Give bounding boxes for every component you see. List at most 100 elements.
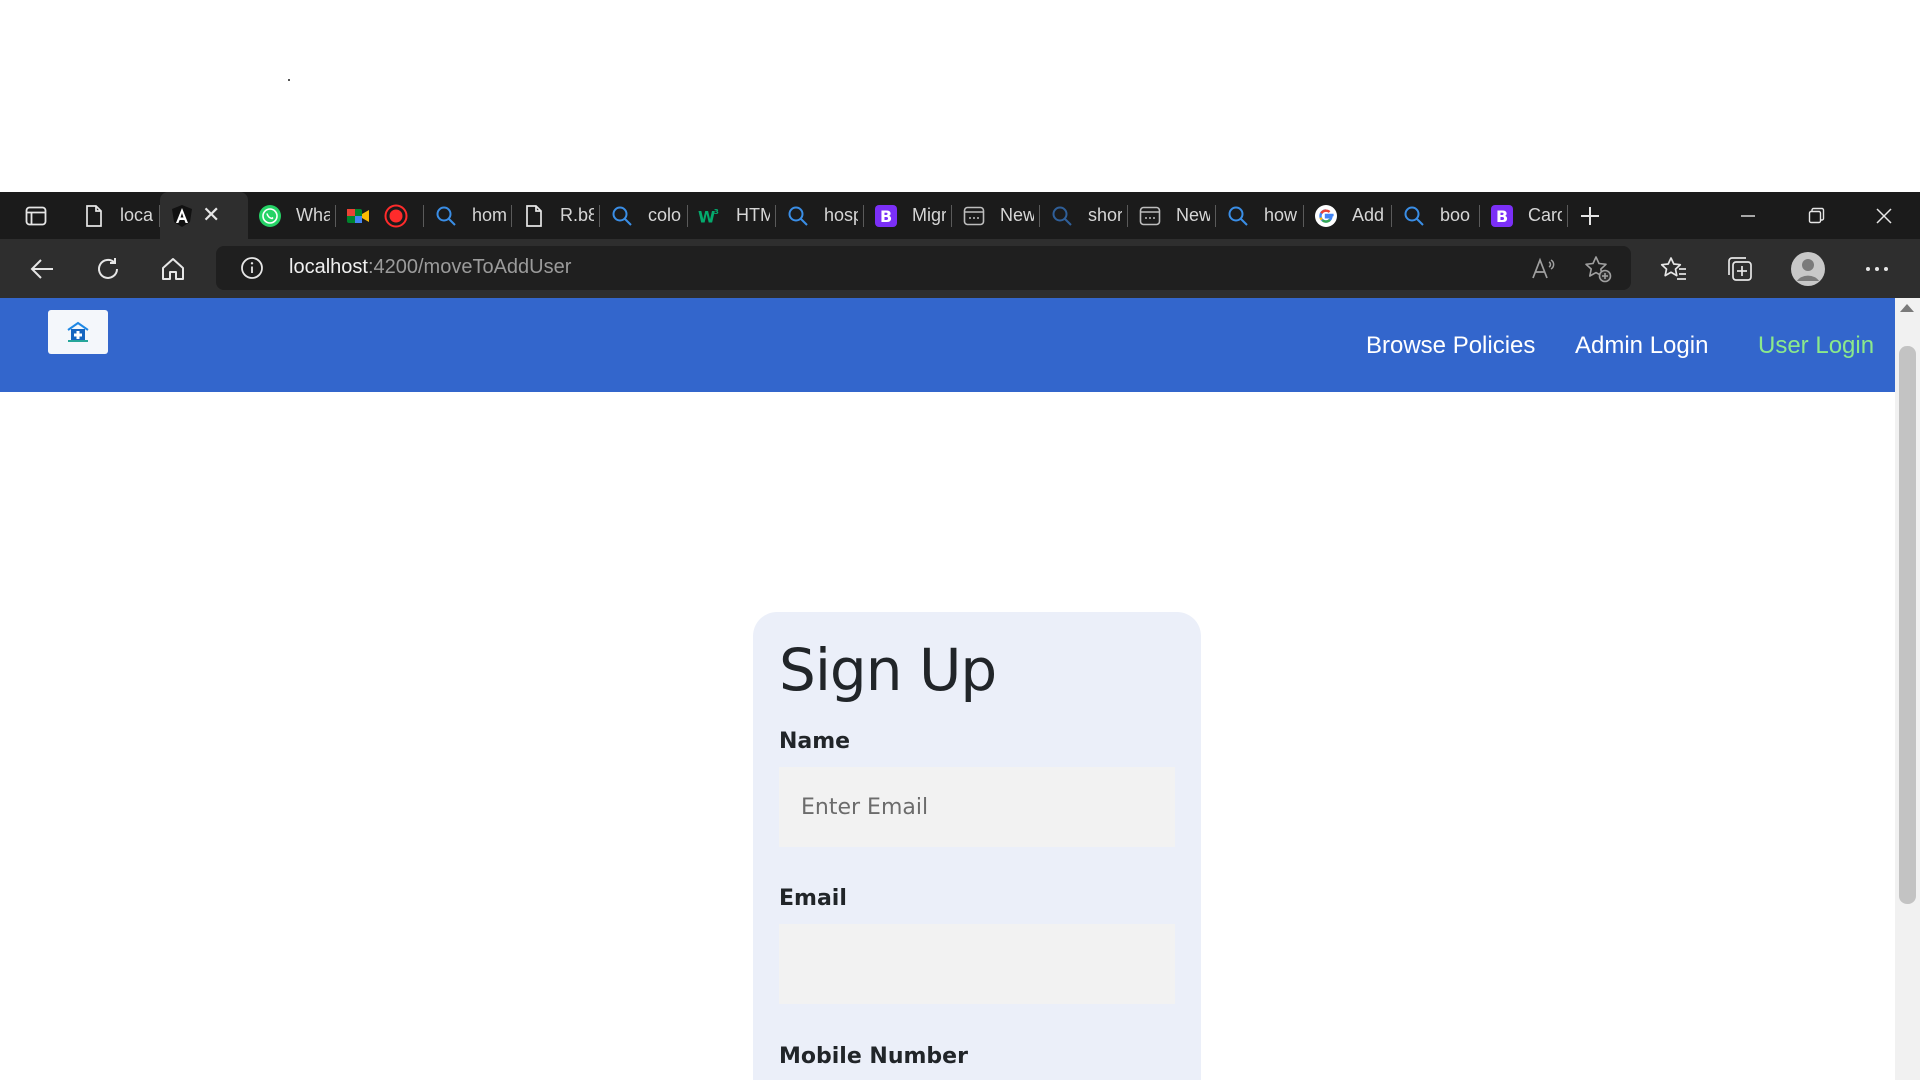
nav-browse-policies[interactable]: Browse Policies: [1366, 332, 1535, 360]
url-path: :4200/moveToAddUser: [367, 256, 572, 278]
svg-text:W: W: [698, 207, 715, 226]
plus-icon: [1581, 206, 1599, 225]
newtab-icon: [962, 204, 986, 228]
page-icon: [522, 204, 546, 228]
search-icon: [1050, 204, 1074, 228]
home-icon: [162, 258, 184, 280]
tab[interactable]: shor: [1040, 192, 1128, 239]
name-label: Name: [779, 729, 851, 754]
svg-text:B: B: [880, 207, 892, 226]
search-icon: [1402, 204, 1426, 228]
close-tab-icon[interactable]: ✕: [202, 203, 220, 228]
tab-actions-button[interactable]: [8, 198, 64, 234]
browser-toolbar: localhost:4200/moveToAddUser: [0, 239, 1920, 298]
tab-title: WhatsApp: [296, 205, 330, 225]
collections-icon: [1728, 257, 1752, 281]
profile-button[interactable]: [1791, 252, 1825, 286]
tab-title: how: [1264, 205, 1298, 225]
nav-user-login[interactable]: User Login: [1758, 332, 1874, 360]
back-arrow-icon: [30, 259, 53, 279]
tab[interactable]: local: [72, 192, 160, 239]
tab[interactable]: colo: [600, 192, 688, 239]
search-icon: [434, 204, 458, 228]
collections-button[interactable]: [1723, 252, 1757, 286]
svg-text:B: B: [1496, 207, 1508, 226]
search-icon: [1226, 204, 1250, 228]
tab[interactable]: hom: [424, 192, 512, 239]
tab-title: colo: [648, 205, 682, 225]
home-button[interactable]: [153, 249, 193, 289]
search-icon: [786, 204, 810, 228]
tab-strip: local A ✕ WhatsApp: [72, 192, 1612, 239]
refresh-icon: [98, 258, 118, 279]
newtab-icon: [1138, 204, 1162, 228]
signup-card: Sign Up Name Email Mobile Number: [753, 612, 1201, 1080]
tab-separator: [1567, 205, 1568, 227]
tab-title: shor: [1088, 205, 1122, 225]
close-icon: [1876, 207, 1892, 224]
more-icon: [1866, 267, 1888, 271]
page-scrollbar[interactable]: [1895, 298, 1920, 1080]
google-icon: [1314, 204, 1338, 228]
tab[interactable]: hosp: [776, 192, 864, 239]
tab[interactable]: New: [1128, 192, 1216, 239]
scroll-up-arrow-icon[interactable]: [1900, 304, 1914, 312]
angular-icon: [170, 204, 194, 228]
tab[interactable]: New: [952, 192, 1040, 239]
tab-actions-icon: [25, 206, 47, 226]
close-window-button[interactable]: [1850, 192, 1918, 239]
tab[interactable]: [336, 192, 424, 239]
restore-button[interactable]: [1782, 192, 1850, 239]
add-favorite-button[interactable]: [1584, 255, 1612, 283]
tab-title: boo: [1440, 205, 1471, 225]
nav-admin-login[interactable]: Admin Login: [1575, 332, 1708, 360]
brand-logo-button[interactable]: [48, 310, 108, 354]
recording-icon: [384, 204, 408, 228]
info-icon[interactable]: [240, 256, 264, 280]
scrollbar-thumb[interactable]: [1899, 346, 1916, 904]
page-viewport: Browse Policies Admin Login User Login S…: [0, 298, 1895, 1080]
read-aloud-button[interactable]: [1530, 255, 1558, 283]
minimize-button[interactable]: [1714, 192, 1782, 239]
name-input[interactable]: [779, 767, 1175, 847]
minimize-icon: [1741, 214, 1755, 217]
tab-active[interactable]: A ✕: [160, 192, 248, 239]
favorites-button[interactable]: [1657, 252, 1691, 286]
url-host: localhost: [289, 256, 368, 278]
back-button[interactable]: [22, 249, 62, 289]
tab[interactable]: how: [1216, 192, 1304, 239]
tab[interactable]: WhatsApp: [248, 192, 336, 239]
tab-title: New: [1000, 205, 1034, 225]
bootstrap-icon: B: [1490, 204, 1514, 228]
refresh-button[interactable]: [88, 249, 128, 289]
avatar-icon: [1791, 252, 1825, 286]
email-label: Email: [779, 886, 847, 911]
svg-text:3: 3: [714, 207, 719, 216]
hospital-icon: [67, 321, 89, 342]
tab-title: HTM: [736, 205, 770, 225]
address-bar[interactable]: localhost:4200/moveToAddUser: [216, 246, 1631, 290]
tab-title: Card: [1528, 205, 1562, 225]
tab[interactable]: B Card: [1480, 192, 1568, 239]
tab[interactable]: W3 HTM: [688, 192, 776, 239]
signup-title: Sign Up: [779, 636, 997, 704]
tab[interactable]: Add: [1304, 192, 1392, 239]
site-navbar: Browse Policies Admin Login User Login: [0, 298, 1895, 392]
mobile-number-label: Mobile Number: [779, 1044, 968, 1069]
tab-title: hosp: [824, 205, 858, 225]
whatsapp-icon: [258, 204, 282, 228]
new-tab-button[interactable]: [1568, 192, 1612, 239]
tab-title: Migr: [912, 205, 946, 225]
meet-icon: [346, 204, 370, 228]
tab[interactable]: B Migr: [864, 192, 952, 239]
tab[interactable]: R.b8: [512, 192, 600, 239]
more-menu-button[interactable]: [1860, 252, 1894, 286]
page-icon: [82, 204, 106, 228]
tab[interactable]: boo: [1392, 192, 1480, 239]
email-input[interactable]: [779, 924, 1175, 1004]
url-text[interactable]: localhost:4200/moveToAddUser: [289, 256, 571, 279]
tab-title: New: [1176, 205, 1210, 225]
star-add-icon: [1585, 256, 1612, 283]
bootstrap-icon: B: [874, 204, 898, 228]
w3schools-icon: W3: [698, 204, 722, 228]
